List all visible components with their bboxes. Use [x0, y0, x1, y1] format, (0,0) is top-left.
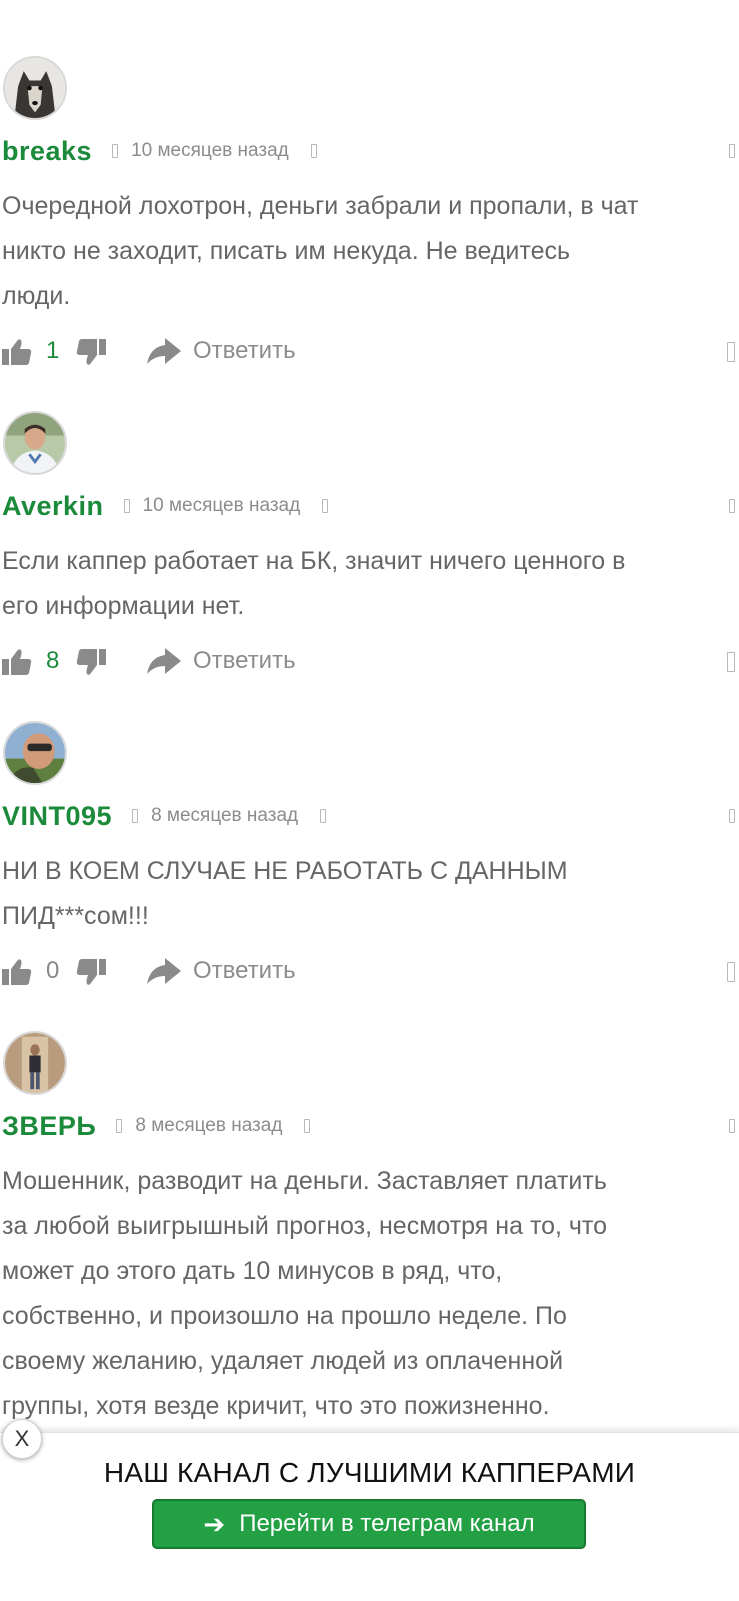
- comment-meta: Averkin 10 месяцев назад: [2, 489, 329, 523]
- comment-text-line: люди.: [2, 282, 71, 310]
- comment-text: Мошенник, разводит на деньги. Заставляет…: [2, 1159, 737, 1429]
- thumbs-up-icon[interactable]: [2, 958, 32, 986]
- reply-icon[interactable]: [147, 338, 181, 366]
- comment-text-line: собственно, и произошло на прошло неделе…: [2, 1302, 567, 1330]
- close-banner-button[interactable]: X: [2, 1419, 42, 1459]
- reply-icon[interactable]: [147, 648, 181, 676]
- comment-meta: breaks 10 месяцев назад: [2, 134, 317, 168]
- reply-button[interactable]: Ответить: [193, 956, 296, 986]
- reply-icon[interactable]: [147, 958, 181, 986]
- face-avatar-icon: [5, 723, 65, 783]
- more-icon[interactable]: [727, 342, 735, 362]
- separator-icon: [116, 1119, 123, 1133]
- separator-icon: [112, 144, 119, 158]
- doorway-avatar-icon: [5, 1033, 65, 1093]
- comment-text-line: НИ В КОЕМ СЛУЧАЕ НЕ РАБОТАТЬ С ДАННЫМ: [2, 857, 568, 885]
- vote-count: 0: [46, 957, 60, 984]
- thumbs-down-icon[interactable]: [76, 338, 106, 366]
- thumbs-up-icon[interactable]: [2, 338, 32, 366]
- comment-time: 10 месяцев назад: [131, 140, 289, 161]
- man-avatar-icon: [5, 413, 65, 473]
- separator-icon: [132, 809, 139, 823]
- comment-meta: ЗВЕРЬ 8 месяцев назад: [2, 1109, 311, 1143]
- link-icon[interactable]: [320, 809, 327, 823]
- comment-actions: 1 Ответить: [0, 332, 739, 372]
- telegram-channel-button[interactable]: ➔ Перейти в телеграм канал: [152, 1499, 586, 1549]
- vote-count: 1: [46, 337, 60, 364]
- comment-text: Очередной лохотрон, деньги забрали и про…: [2, 184, 737, 319]
- comment-time: 8 месяцев назад: [151, 805, 299, 826]
- user-avatar[interactable]: [3, 1031, 67, 1095]
- collapse-icon[interactable]: [729, 809, 735, 823]
- author-name[interactable]: ЗВЕРЬ: [2, 1111, 96, 1142]
- author-name[interactable]: breaks: [2, 136, 92, 167]
- link-icon[interactable]: [310, 144, 317, 158]
- thumbs-down-icon[interactable]: [76, 648, 106, 676]
- comment-text-line: его информации нет.: [2, 592, 245, 620]
- comment-text-line: группы, хотя везде кричит, что это пожиз…: [2, 1392, 550, 1420]
- arrow-right-icon: ➔: [203, 1508, 226, 1539]
- wolf-avatar-icon: [5, 58, 65, 118]
- comment-text-line: Очередной лохотрон, деньги забрали и про…: [2, 192, 639, 220]
- cta-title: НАШ КАНАЛ С ЛУЧШИМИ КАППЕРАМИ: [103, 1457, 636, 1488]
- comment-time: 10 месяцев назад: [142, 495, 301, 516]
- comment-text-line: своему желанию, удаляет людей из оплачен…: [2, 1347, 564, 1375]
- collapse-icon[interactable]: [729, 1119, 735, 1133]
- comment-text-line: за любой выигрышный прогноз, несмотря на…: [2, 1212, 608, 1240]
- comment-time: 8 месяцев назад: [135, 1115, 283, 1136]
- reply-button[interactable]: Ответить: [193, 646, 296, 676]
- comment-meta: VINT095 8 месяцев назад: [2, 799, 327, 833]
- comment-text: НИ В КОЕМ СЛУЧАЕ НЕ РАБОТАТЬ С ДАННЫМ ПИ…: [2, 849, 737, 939]
- collapse-icon[interactable]: [729, 499, 735, 513]
- thumbs-up-icon[interactable]: [2, 648, 32, 676]
- comment-text-line: никто не заходит, писать им некуда. Не в…: [2, 237, 570, 265]
- author-name[interactable]: Averkin: [2, 491, 104, 522]
- more-icon[interactable]: [727, 962, 735, 982]
- link-icon[interactable]: [304, 1119, 311, 1133]
- comment-text-line: может до этого дать 10 минусов в ряд, чт…: [2, 1257, 503, 1285]
- author-name[interactable]: VINT095: [2, 801, 112, 832]
- comment-actions: 8 Ответить: [0, 642, 739, 682]
- thumbs-down-icon[interactable]: [76, 958, 106, 986]
- vote-count: 8: [46, 647, 60, 674]
- more-icon[interactable]: [727, 652, 735, 672]
- user-avatar[interactable]: [3, 721, 67, 785]
- separator-icon: [123, 499, 130, 513]
- collapse-icon[interactable]: [729, 144, 735, 158]
- comment-actions: 0 Ответить: [0, 952, 739, 992]
- comment-text: Если каппер работает на БК, значит ничег…: [2, 539, 737, 629]
- user-avatar[interactable]: [3, 411, 67, 475]
- telegram-cta-banner: X НАШ КАНАЛ С ЛУЧШИМИ КАППЕРАМИ ➔ Перейт…: [0, 1419, 739, 1601]
- cta-button-label: Перейти в телеграм канал: [239, 1510, 535, 1537]
- comment-text-line: ПИД***сом!!!: [2, 902, 149, 930]
- link-icon[interactable]: [322, 499, 329, 513]
- reply-button[interactable]: Ответить: [193, 336, 296, 366]
- comment-text-line: Если каппер работает на БК, значит ничег…: [2, 547, 626, 575]
- comment-text-line: Мошенник, разводит на деньги. Заставляет…: [2, 1167, 607, 1195]
- user-avatar[interactable]: [3, 56, 67, 120]
